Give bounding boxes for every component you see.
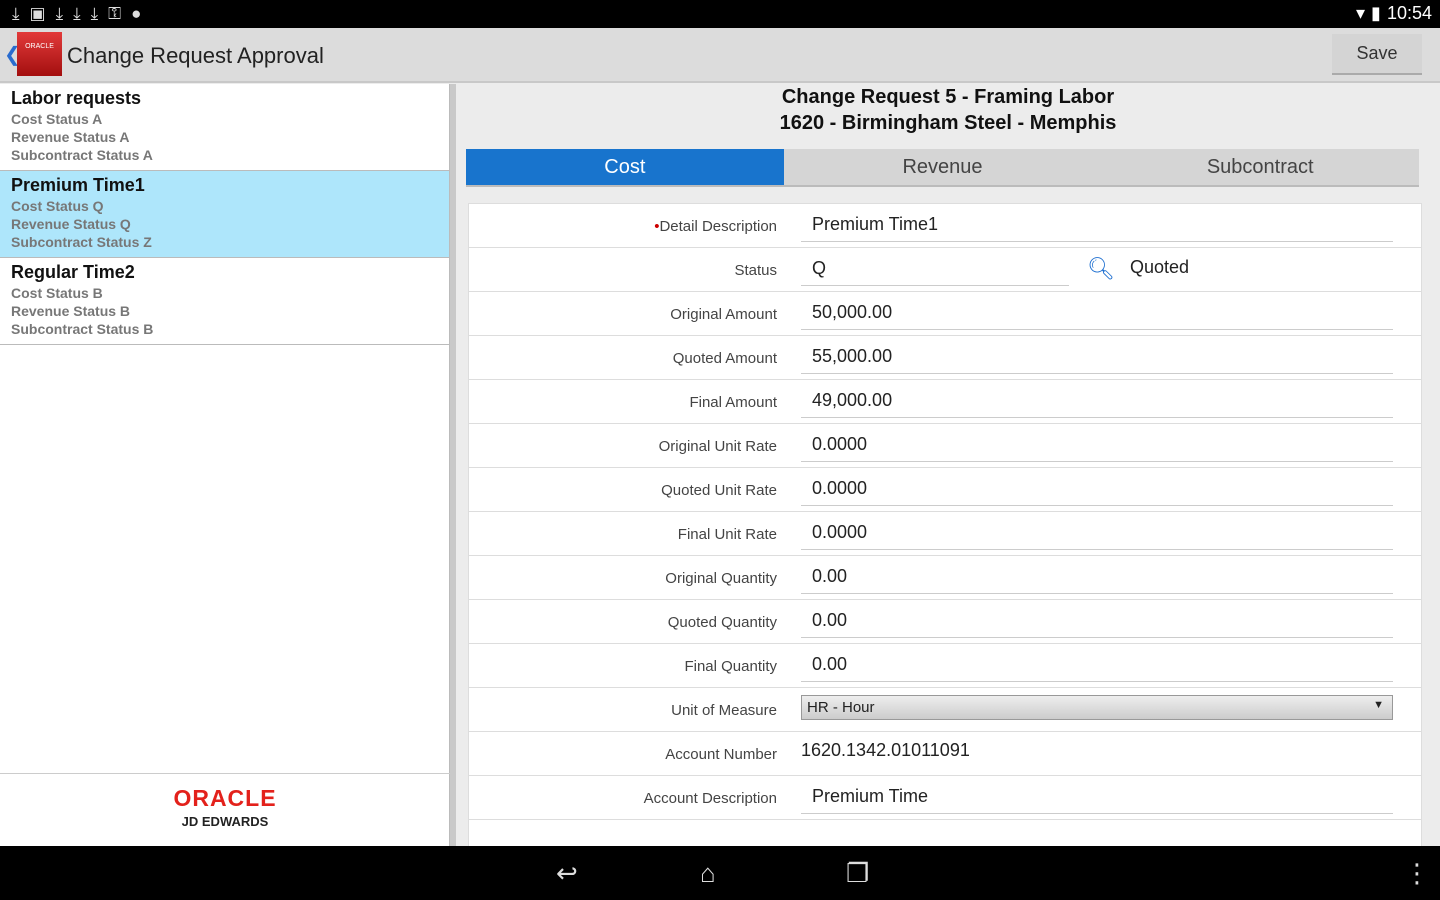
cost-form: •Detail Description Premium Time1 Status… [468,203,1422,846]
field-label: Unit of Measure [671,702,777,719]
field-label: Status [734,262,777,279]
field-label: Account Description [643,790,777,807]
row-quoted-quantity: Quoted Quantity 0.00 [469,600,1421,644]
row-original-amount: Original Amount 50,000.00 [469,292,1421,336]
save-button[interactable]: Save [1332,34,1422,75]
field-label: Account Number [665,746,777,763]
row-final-unit-rate: Final Unit Rate 0.0000 [469,512,1421,556]
dropdown-arrow-icon: ▼ [1373,699,1384,711]
list-item[interactable]: Regular Time2 Cost Status B Revenue Stat… [0,258,449,345]
row-final-quantity: Final Quantity 0.00 [469,644,1421,688]
key-icon: ⚿ [108,4,122,23]
account-description-input[interactable]: Premium Time [801,786,1393,814]
row-final-amount: Final Amount 49,000.00 [469,380,1421,424]
tab-cost[interactable]: Cost [466,149,784,185]
oracle-wordmark: ORACLE [173,785,277,811]
status-bar: ⤓ ▣ ⤓ ⤓ ⤓ ⚿ ● ▾ ▮ 10:54 [0,0,1440,28]
row-clipped [469,820,1421,846]
field-label: Original Quantity [665,570,777,587]
row-status: Status Q 🔍︎ Quoted [469,248,1421,292]
home-icon[interactable]: ⌂ [700,858,716,889]
row-detail-description: •Detail Description Premium Time1 [469,204,1421,248]
item-revenue-status: Revenue Status A [11,129,130,145]
quoted-quantity-input[interactable]: 0.00 [801,610,1393,638]
tab-revenue[interactable]: Revenue [784,149,1102,185]
row-original-unit-rate: Original Unit Rate 0.0000 [469,424,1421,468]
field-label: Final Amount [689,394,777,411]
final-unit-rate-input[interactable]: 0.0000 [801,522,1393,550]
field-label: Final Quantity [684,658,777,675]
download-icon: ⤓ [73,4,81,23]
field-label: Original Unit Rate [658,438,777,455]
back-icon[interactable]: ↩ [556,858,578,889]
status-description: Quoted [1130,257,1190,277]
status-input[interactable]: Q [801,258,1069,286]
download-notification-icon: ⤓ [12,4,20,23]
quoted-amount-input[interactable]: 55,000.00 [801,346,1393,374]
detail-pane: Change Request 5 - Framing Labor 1620 - … [456,84,1440,846]
field-label: Final Unit Rate [677,526,777,543]
list-item[interactable]: Labor requests Cost Status A Revenue Sta… [0,84,449,171]
image-notification-icon: ▣ [29,4,46,23]
wifi-icon: ▾ [1356,3,1366,23]
row-quoted-amount: Quoted Amount 55,000.00 [469,336,1421,380]
row-account-number: Account Number 1620.1342.01011091 [469,732,1421,776]
recent-apps-icon[interactable]: ❐ [846,858,869,889]
item-subcontract-status: Subcontract Status Z [11,234,152,250]
field-label: Quoted Quantity [667,614,777,631]
detail-header: Change Request 5 - Framing Labor 1620 - … [456,84,1440,136]
page-title: Change Request Approval [67,43,324,68]
globe-icon: ● [131,4,142,23]
row-account-description: Account Description Premium Time [469,776,1421,820]
item-cost-status: Cost Status A [11,111,103,127]
item-subcontract-status: Subcontract Status B [11,321,154,337]
row-quoted-unit-rate: Quoted Unit Rate 0.0000 [469,468,1421,512]
unit-of-measure-select[interactable]: HR - Hour ▼ [801,695,1393,720]
battery-icon: ▮ [1371,3,1381,23]
original-quantity-input[interactable]: 0.00 [801,566,1393,594]
detail-subtitle: 1620 - Birmingham Steel - Memphis [779,112,1117,134]
field-label: Quoted Unit Rate [661,482,777,499]
item-subcontract-status: Subcontract Status A [11,147,153,163]
logo-text: ORACLE [25,43,54,50]
action-bar: ❮ ORACLE Change Request Approval Save [0,28,1440,83]
item-title: Regular Time2 [11,262,135,282]
clock: 10:54 [1386,3,1432,23]
item-title: Premium Time1 [11,175,145,195]
detail-title: Change Request 5 - Framing Labor [781,86,1115,108]
search-icon[interactable]: 🔍︎ [1087,256,1115,282]
app-logo[interactable]: ORACLE [17,32,62,76]
download-icon: ⤓ [90,4,99,23]
item-cost-status: Cost Status B [11,285,103,301]
field-label: Original Amount [670,306,777,323]
request-list: Labor requests Cost Status A Revenue Sta… [0,84,450,846]
final-amount-input[interactable]: 49,000.00 [801,390,1393,418]
row-unit-of-measure: Unit of Measure HR - Hour ▼ [469,688,1421,732]
item-revenue-status: Revenue Status B [11,303,131,319]
detail-description-input[interactable]: Premium Time1 [801,214,1393,242]
quoted-unit-rate-input[interactable]: 0.0000 [801,478,1393,506]
oracle-jde-logo: ORACLE JD EDWARDS [0,773,450,846]
label-text: Detail Description [659,218,777,235]
item-cost-status: Cost Status Q [11,198,104,214]
list-item-selected[interactable]: Premium Time1 Cost Status Q Revenue Stat… [0,171,449,258]
row-original-quantity: Original Quantity 0.00 [469,556,1421,600]
jd-edwards-wordmark: JD EDWARDS [181,814,269,829]
item-revenue-status: Revenue Status Q [11,216,131,232]
overflow-menu-icon[interactable]: ⋮ [1404,858,1430,889]
navigation-bar: ↩ ⌂ ❐ ⋮ [0,846,1440,900]
selected-value: HR - Hour [807,699,875,716]
original-amount-input[interactable]: 50,000.00 [801,302,1393,330]
tab-subcontract[interactable]: Subcontract [1101,149,1419,185]
account-number-value: 1620.1342.01011091 [801,740,970,760]
tab-bar: Cost Revenue Subcontract [466,149,1419,187]
download-icon: ⤓ [55,4,64,23]
item-title: Labor requests [11,88,142,108]
original-unit-rate-input[interactable]: 0.0000 [801,434,1393,462]
field-label: •Detail Description [654,218,777,235]
field-label: Quoted Amount [672,350,777,367]
final-quantity-input[interactable]: 0.00 [801,654,1393,682]
